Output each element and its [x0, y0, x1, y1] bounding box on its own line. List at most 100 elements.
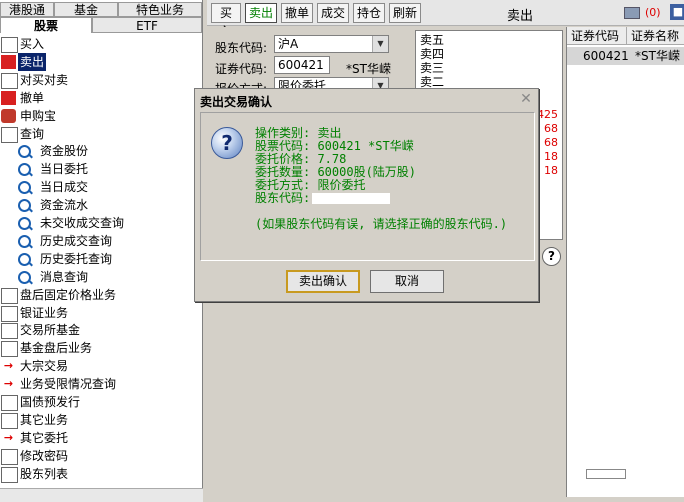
dialog-title: 卖出交易确认: [200, 95, 273, 109]
nav-item-label: 国债预发行: [20, 395, 81, 409]
lock-icon[interactable]: ■: [670, 4, 684, 20]
toolbar-cancel-button[interactable]: 撤单: [281, 3, 313, 23]
magnifier-icon: [18, 181, 31, 195]
quote-number: 18: [544, 150, 558, 163]
question-icon: ?: [211, 127, 243, 159]
trade-pair-icon: [1, 72, 18, 89]
folder-icon: [1, 323, 18, 340]
magnifier-icon: [18, 145, 31, 159]
nav-item-label: 卖出: [18, 52, 47, 71]
dialog-titlebar: 卖出交易确认 ✕: [195, 89, 538, 111]
tab-hk-connect[interactable]: 港股通: [0, 2, 54, 17]
nav-item-label: 买入: [20, 37, 45, 51]
quote-label-sell3: 卖三: [420, 61, 445, 75]
toolbar-refresh-button[interactable]: 刷新: [389, 3, 421, 23]
nav-item-label: 对买对卖: [20, 72, 69, 87]
quote-number: 68: [544, 136, 558, 149]
toolbar-holdings-button[interactable]: 持仓: [353, 3, 385, 23]
nav-item-label: 盘后固定价格业务: [20, 287, 117, 302]
tab-fund[interactable]: 基金: [54, 2, 118, 17]
trade-toolbar: 买入 卖出 撤单 成交 持仓 刷新 卖出 (0) ■: [207, 0, 684, 38]
tab-special-business[interactable]: 特色业务: [118, 2, 202, 17]
nav-item-label: 申购宝: [20, 108, 57, 123]
nav-item-label: 业务受限情况查询: [20, 377, 117, 392]
tab-etf[interactable]: ETF: [92, 17, 202, 33]
table-row[interactable]: 600421 *ST华嵘: [567, 47, 684, 65]
nav-item-label: 当日委托: [40, 162, 89, 177]
account-select[interactable]: 沪A ▼: [274, 35, 389, 53]
close-icon[interactable]: ✕: [519, 92, 533, 106]
toolbar-deals-button[interactable]: 成交: [317, 3, 349, 23]
stock-name: *ST华嵘: [346, 62, 391, 76]
dialog-note: (如果股东代码有误, 请选择正确的股东代码.): [255, 217, 508, 231]
folder-icon: [1, 305, 18, 322]
quote-label-sell4: 卖四: [420, 47, 445, 61]
nav-item-label: 股东列表: [20, 466, 69, 481]
quote-label-sell5: 卖五: [420, 33, 445, 47]
nav-item-label: 未交收成交查询: [40, 216, 125, 230]
column-header-name[interactable]: 证券名称: [627, 27, 684, 45]
help-icon[interactable]: ?: [542, 247, 561, 266]
nav-item-label: 大宗交易: [20, 359, 69, 374]
magnifier-icon: [18, 252, 31, 266]
cancel-button[interactable]: 取消: [370, 270, 444, 293]
folder-icon: [1, 341, 18, 358]
dialog-account-label: 股东代码:: [255, 191, 311, 205]
stock-code-input[interactable]: 600421: [274, 56, 330, 74]
nav-item-label: 历史委托查询: [40, 251, 113, 266]
quote-number: 68: [544, 122, 558, 135]
left-nav-panel: 港股通 基金 特色业务 股票 ETF 买入 卖出 对买对卖撤单申购宝查询资金股份当日…: [0, 0, 203, 502]
nav-item-label: 资金股份: [40, 144, 89, 159]
magnifier-icon: [18, 199, 31, 213]
nav-item-label: 撤单: [20, 90, 45, 105]
nav-item-label: 基金盘后业务: [20, 341, 93, 356]
key-icon: [1, 448, 18, 465]
account-value: 沪A: [278, 37, 299, 51]
mail-count: (0): [645, 6, 661, 19]
list-icon: [1, 466, 18, 483]
holdings-table: 证券代码 证券名称 600421 *ST华嵘: [566, 27, 684, 497]
magnifier-icon: [18, 163, 31, 177]
folder-icon: [1, 395, 18, 411]
table-horizontal-scrollbar[interactable]: [586, 469, 626, 479]
quote-number: 18: [544, 164, 558, 177]
column-header-code[interactable]: 证券代码: [567, 27, 627, 45]
nav-item-label: 银证业务: [20, 305, 69, 320]
bag-icon: [1, 108, 16, 123]
magnifier-icon: [18, 234, 31, 248]
nav-item-label: 交易所基金: [20, 323, 81, 338]
quote-label-sell2: 卖二: [420, 75, 445, 89]
folder-icon: [1, 287, 18, 304]
buy-icon: [1, 37, 18, 53]
cell-name: *ST华嵘: [635, 49, 680, 63]
nav-item-label: 修改密码: [20, 448, 69, 463]
nav-item-label: 历史成交查询: [40, 233, 113, 248]
toolbar-buy-button[interactable]: 买入: [211, 3, 241, 38]
nav-item-label: 其它业务: [20, 412, 69, 427]
tab-stock[interactable]: 股票: [0, 17, 92, 33]
cancel-icon: [1, 90, 16, 105]
nav-item-label: 其它委托: [20, 430, 69, 445]
cell-code: 600421: [583, 49, 629, 63]
sell-confirm-dialog: 卖出交易确认 ✕ ? 操作类别: 卖出 股票代码: 600421 *ST华嵘 委…: [194, 88, 539, 302]
folder-icon: [1, 126, 18, 143]
magnifier-icon: [18, 217, 31, 230]
dialog-account-line: 股东代码:: [255, 191, 391, 205]
nav-item-label: 当日成交: [40, 180, 89, 195]
toolbar-sell-button[interactable]: 卖出: [245, 3, 277, 23]
sell-confirm-button[interactable]: 卖出确认: [286, 270, 360, 293]
folder-icon: [1, 412, 18, 429]
left-horizontal-scrollbar[interactable]: [0, 488, 203, 502]
mail-icon[interactable]: [624, 7, 640, 19]
account-label: 股东代码:: [215, 41, 268, 55]
arrow-icon: →: [3, 430, 14, 444]
nav-item-label: 资金流水: [40, 198, 89, 213]
account-blank-box: [312, 193, 391, 204]
chevron-down-icon: ▼: [372, 36, 388, 52]
arrow-icon: →: [3, 377, 14, 391]
nav-item-label: 消息查询: [40, 269, 89, 284]
page-title: 卖出: [507, 9, 534, 24]
stock-code-label: 证券代码:: [215, 62, 268, 76]
nav-item-label: 查询: [20, 126, 45, 141]
dialog-content: ? 操作类别: 卖出 股票代码: 600421 *ST华嵘 委托价格: 7.78…: [200, 112, 535, 261]
